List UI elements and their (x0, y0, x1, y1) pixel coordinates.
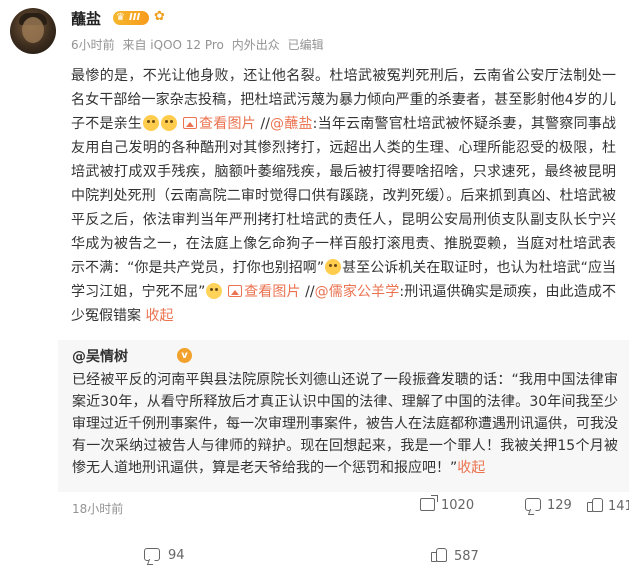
post-visibility: 内外出众 (231, 38, 280, 52)
repost-separator: // (300, 284, 315, 300)
laugh-cry-emoji-icon (161, 115, 178, 131)
edited-label[interactable]: 已编辑 (288, 38, 324, 52)
fan-badge-icon[interactable]: ✿ (154, 9, 170, 25)
laugh-cry-emoji-icon (325, 259, 342, 275)
repost-footer: 18小时前 1020 129 1415 (58, 460, 629, 516)
post-header: 蘸盐 ♛ III ✿ 6小时前 来自 iQOO 12 Pro 内外出众 已编辑 (0, 0, 629, 58)
repost-like-count: 1415 (608, 499, 629, 514)
image-icon (182, 117, 197, 129)
view-image-link[interactable]: 查看图片 (227, 284, 301, 300)
image-icon (227, 285, 242, 297)
comment-icon (144, 548, 160, 561)
comment-icon (525, 498, 541, 511)
comment-button[interactable]: 94 (144, 548, 185, 563)
post-paragraph: :当年云南警官杜培武被怀疑杀妻，其警察同事战友用自己发明的各种酷刑对其惨烈拷打，… (71, 116, 617, 276)
sweat-emoji-icon (206, 283, 223, 299)
comment-count: 94 (168, 548, 185, 563)
like-button[interactable]: 587 (431, 548, 479, 564)
view-image-link[interactable]: 查看图片 (182, 116, 256, 132)
repost-comment-count: 129 (547, 498, 572, 513)
like-icon (431, 548, 447, 562)
vip-badge[interactable]: ♛ III (113, 11, 149, 25)
repost-time[interactable]: 18小时前 (72, 500, 123, 517)
repost-share-button[interactable]: 1020 (420, 498, 474, 513)
repost-like-button[interactable]: 1415 (587, 498, 629, 514)
collapse-link[interactable]: 收起 (145, 308, 173, 324)
post-action-bar: 94 587 (58, 536, 629, 574)
reposted-content: @吴情树 v 已经被平反的河南平舆县法院原院长刘德山还说了一段振聋发聩的话：“我… (58, 340, 629, 516)
post-time[interactable]: 6小时前 (71, 38, 115, 52)
avatar[interactable] (10, 8, 56, 54)
post-text: 最惨的是，不光让他身败，还让他名裂。杜培武被冤判死刑后，云南省公安厅法制处一名女… (71, 64, 616, 328)
like-count: 587 (454, 549, 479, 564)
username[interactable]: 蘸盐 (71, 8, 101, 29)
like-icon (587, 498, 603, 512)
verified-badge-icon: v (177, 348, 192, 363)
crown-icon: ♛ (116, 12, 125, 23)
mention-link[interactable]: @蘸盐 (270, 116, 313, 132)
laugh-cry-emoji-icon (143, 115, 160, 131)
mention-link[interactable]: @儒家公羊学 (315, 284, 400, 300)
repost-share-count: 1020 (441, 498, 475, 513)
share-icon (420, 498, 435, 511)
repost-separator: // (255, 116, 270, 132)
repost-author[interactable]: @吴情树 (72, 346, 128, 366)
repost-comment-button[interactable]: 129 (525, 498, 572, 513)
post-source: 来自 iQOO 12 Pro (122, 38, 224, 52)
avatar-face (22, 17, 44, 43)
vip-level: III (129, 12, 141, 23)
post-meta: 6小时前 来自 iQOO 12 Pro 内外出众 已编辑 (71, 36, 328, 53)
